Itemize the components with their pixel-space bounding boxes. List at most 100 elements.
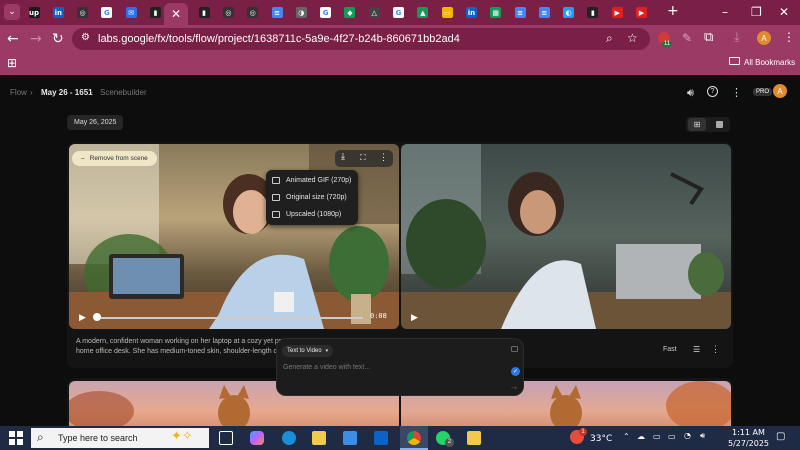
fullscreen-icon[interactable]: ⛶ <box>360 153 366 163</box>
task-view-icon[interactable] <box>219 431 233 445</box>
new-tab-button[interactable]: + <box>667 3 679 19</box>
browser-tab[interactable]: up <box>25 4 43 21</box>
chrome-taskbar-item[interactable] <box>400 426 428 450</box>
more-options-icon[interactable]: ⋮ <box>379 152 388 163</box>
prompt-input[interactable]: Generate a video with text... <box>283 364 370 371</box>
windows-start-icon[interactable] <box>9 431 23 445</box>
breadcrumb-project[interactable]: May 26 - 1651 <box>41 88 93 97</box>
user-avatar[interactable]: A <box>773 84 787 98</box>
browser-tab[interactable]: G <box>390 4 408 21</box>
browser-tab[interactable]: ◐ <box>560 4 578 21</box>
grid-view-icon[interactable]: ⊞ <box>688 118 706 131</box>
browser-tab[interactable]: ◎ <box>74 4 92 21</box>
copilot-icon[interactable] <box>250 431 264 445</box>
restore-button[interactable]: ❐ <box>751 5 762 19</box>
tray-chevron-icon[interactable]: ⌃ <box>623 432 630 441</box>
site-info-icon[interactable]: ⚙ <box>81 32 90 43</box>
tab-search-button[interactable]: ⌄ <box>4 4 20 20</box>
play-icon[interactable]: ▶ <box>411 313 418 323</box>
clock-time[interactable]: 1:11 AM <box>732 428 765 437</box>
check-icon[interactable]: ✓ <box>511 367 520 376</box>
prompt-mode-dropdown[interactable]: Text to Video ▾ <box>282 345 334 357</box>
browser-tab[interactable]: ≡ <box>268 4 286 21</box>
video-progress-handle[interactable] <box>93 313 101 321</box>
breadcrumb-root[interactable]: Flow <box>10 88 27 97</box>
browser-tab[interactable]: ▶ <box>608 4 626 21</box>
browser-menu-icon[interactable]: ⋮ <box>783 30 795 44</box>
network-icon[interactable]: ▭ <box>653 432 661 441</box>
browser-tab[interactable]: ▮ <box>195 4 213 21</box>
files-app-icon[interactable] <box>467 431 481 445</box>
tab-favicon-icon: ◐ <box>563 7 575 18</box>
close-window-button[interactable]: ✕ <box>779 5 789 19</box>
browser-tab[interactable]: in <box>462 4 480 21</box>
browser-tab[interactable]: ◑ <box>292 4 310 21</box>
reload-icon[interactable]: ↻ <box>52 31 64 47</box>
taskbar-search-box[interactable]: ⌕ Type here to search ✦✧ <box>31 428 209 448</box>
outlook-icon[interactable] <box>374 431 388 445</box>
tab-favicon-icon: ▲ <box>417 7 429 18</box>
browser-tab[interactable]: △ <box>365 4 383 21</box>
browser-tab[interactable]: ◎ <box>244 4 262 21</box>
volume-icon[interactable]: 🔊︎ <box>687 86 694 100</box>
all-bookmarks-link[interactable]: All Bookmarks <box>744 58 795 67</box>
menu-item-original-size[interactable]: Original size (720p) <box>272 190 347 204</box>
download-video-icon[interactable]: ⤓ <box>341 152 345 162</box>
browser-tab[interactable]: G <box>317 4 335 21</box>
cloud-icon[interactable]: ☁ <box>637 432 645 441</box>
address-bar[interactable]: ⚙ labs.google/fx/tools/flow/project/1638… <box>72 28 650 50</box>
apps-grid-icon[interactable]: ⊞ <box>7 56 17 70</box>
close-icon[interactable]: ✕ <box>171 7 181 21</box>
pen-extension-icon[interactable]: ✎ <box>682 31 692 45</box>
settings-sliders-icon[interactable]: ☰ <box>693 345 700 354</box>
browser-tab[interactable]: ▮ <box>147 4 165 21</box>
bookmark-star-icon[interactable]: ☆ <box>627 31 638 45</box>
puzzle-extensions-icon[interactable]: ⧉ <box>704 30 713 45</box>
download-icon[interactable]: ⤓ <box>734 30 740 45</box>
browser-tab[interactable]: ✉ <box>122 4 140 21</box>
forward-icon[interactable]: → <box>30 31 42 47</box>
browser-tab[interactable]: ◎ <box>219 4 237 21</box>
wifi-icon[interactable]: ◔ <box>684 431 691 440</box>
temperature-label[interactable]: 33°C <box>590 434 612 444</box>
browser-tab[interactable]: ▲ <box>414 4 432 21</box>
help-icon[interactable]: ? <box>707 86 718 97</box>
video-clip-2[interactable]: ▶ <box>401 144 731 329</box>
page-menu-icon[interactable]: ⋮ <box>731 86 742 99</box>
edge-icon[interactable] <box>282 431 296 445</box>
browser-tab[interactable]: ◆ <box>341 4 359 21</box>
browser-tab[interactable]: ▶ <box>633 4 651 21</box>
single-view-icon[interactable] <box>716 121 723 128</box>
video-progress-track[interactable] <box>95 317 363 319</box>
upscale-icon <box>272 210 280 218</box>
original-size-icon <box>272 193 280 201</box>
browser-tab[interactable]: ≡ <box>511 4 529 21</box>
zoom-search-icon[interactable]: ⌕ <box>606 31 613 46</box>
notification-center-icon[interactable]: ▢ <box>776 431 785 442</box>
clock-date[interactable]: 5/27/2025 <box>728 439 769 448</box>
card-menu-icon[interactable]: ⋮ <box>711 344 720 355</box>
back-icon[interactable]: ← <box>7 31 19 47</box>
browser-tab[interactable]: ≡ <box>535 4 553 21</box>
browser-tab[interactable]: ▦ <box>487 4 505 21</box>
browser-tab[interactable]: ▮ <box>584 4 602 21</box>
image-attach-icon[interactable] <box>511 346 518 352</box>
battery-icon[interactable]: ▭ <box>668 432 676 441</box>
menu-item-upscaled[interactable]: Upscaled (1080p) <box>272 207 341 221</box>
profile-avatar[interactable]: A <box>757 31 771 45</box>
tab-active[interactable]: ✕ <box>164 3 188 25</box>
menu-item-animated-gif[interactable]: Animated GIF (270p) <box>272 173 351 187</box>
browser-tab[interactable]: ▭ <box>438 4 456 21</box>
tab-favicon-icon: ≡ <box>271 7 283 18</box>
send-icon[interactable]: → <box>511 384 517 392</box>
store-icon[interactable] <box>343 431 357 445</box>
browser-tab[interactable]: G <box>98 4 116 21</box>
browser-tab[interactable]: in <box>49 4 67 21</box>
file-explorer-icon[interactable] <box>312 431 326 445</box>
minimize-button[interactable]: – <box>722 5 728 19</box>
url-text[interactable]: labs.google/fx/tools/flow/project/163871… <box>98 33 460 45</box>
remove-from-scene-button[interactable]: – Remove from scene <box>72 151 157 166</box>
play-icon[interactable]: ▶ <box>79 313 86 323</box>
volume-tray-icon[interactable]: 🔊︎ <box>700 431 705 441</box>
speed-label[interactable]: Fast <box>663 346 677 353</box>
